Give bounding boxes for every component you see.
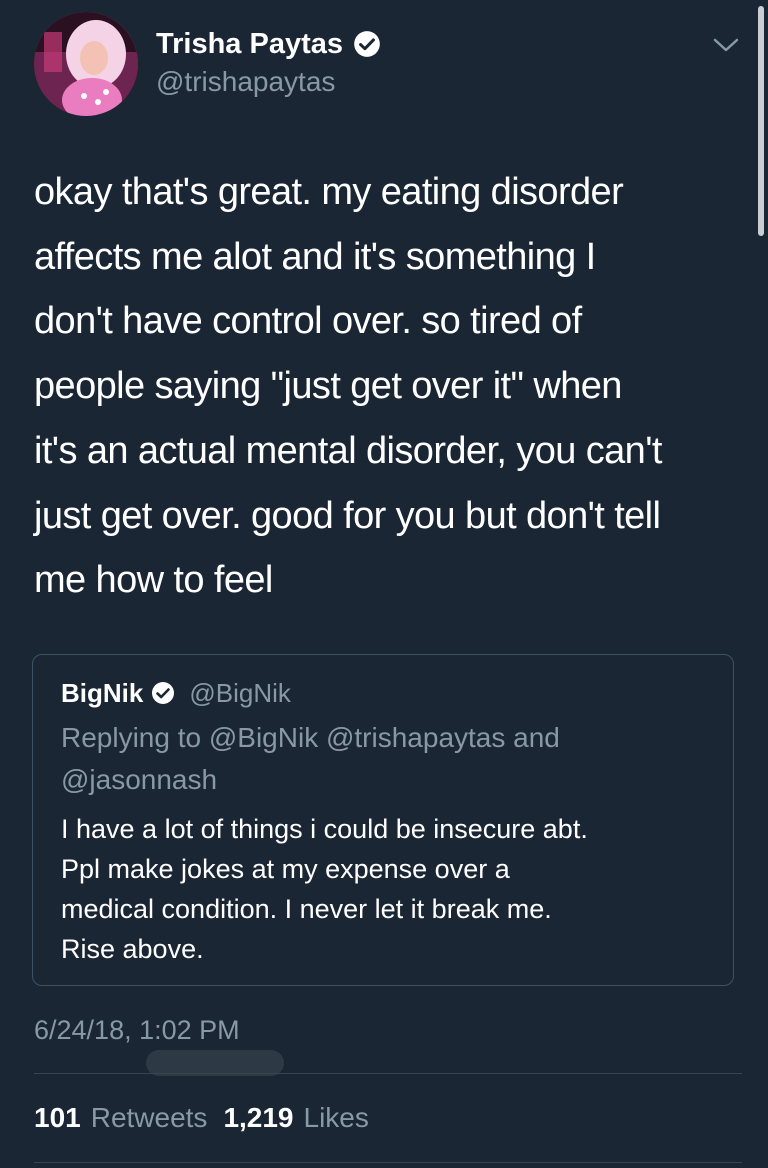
retweets-stat[interactable]: 101 Retweets <box>34 1098 207 1138</box>
quoted-author-handle: @BigNik <box>189 678 291 708</box>
quoted-author-name: BigNik <box>61 678 144 708</box>
quoted-tweet-card[interactable]: BigNik @BigNik Replying to @BigNik @tris… <box>32 654 734 986</box>
tweet-text: okay that's great. my eating disorder af… <box>34 171 662 602</box>
chevron-down-icon[interactable] <box>712 36 740 56</box>
likes-label: Likes <box>303 1102 369 1133</box>
tweet-stats: 101 Retweets 1,219 Likes <box>34 1098 385 1138</box>
likes-count: 1,219 <box>223 1102 294 1133</box>
likes-stat[interactable]: 1,219 Likes <box>223 1098 368 1138</box>
author-display-name[interactable]: Trisha Paytas <box>156 24 381 64</box>
author-handle[interactable]: @trishapaytas <box>156 64 335 100</box>
divider <box>34 1162 742 1163</box>
divider <box>34 1073 742 1074</box>
author-name-text: Trisha Paytas <box>156 28 343 60</box>
quoted-tweet-header: BigNik @BigNik <box>61 675 291 711</box>
retweets-count: 101 <box>34 1102 81 1133</box>
tweet-timestamp: 6/24/18, 1:02 PM <box>34 1015 240 1045</box>
retweets-label: Retweets <box>90 1102 208 1133</box>
verified-badge-icon <box>152 682 175 704</box>
replying-to-text: Replying to @BigNik @trishapaytas and @j… <box>61 722 560 795</box>
avatar-photo <box>34 12 138 116</box>
scrollbar[interactable] <box>758 6 764 236</box>
author-avatar[interactable] <box>34 12 138 116</box>
verified-badge-icon <box>354 31 380 57</box>
quoted-tweet-text: I have a lot of things i could be insecu… <box>61 814 588 964</box>
